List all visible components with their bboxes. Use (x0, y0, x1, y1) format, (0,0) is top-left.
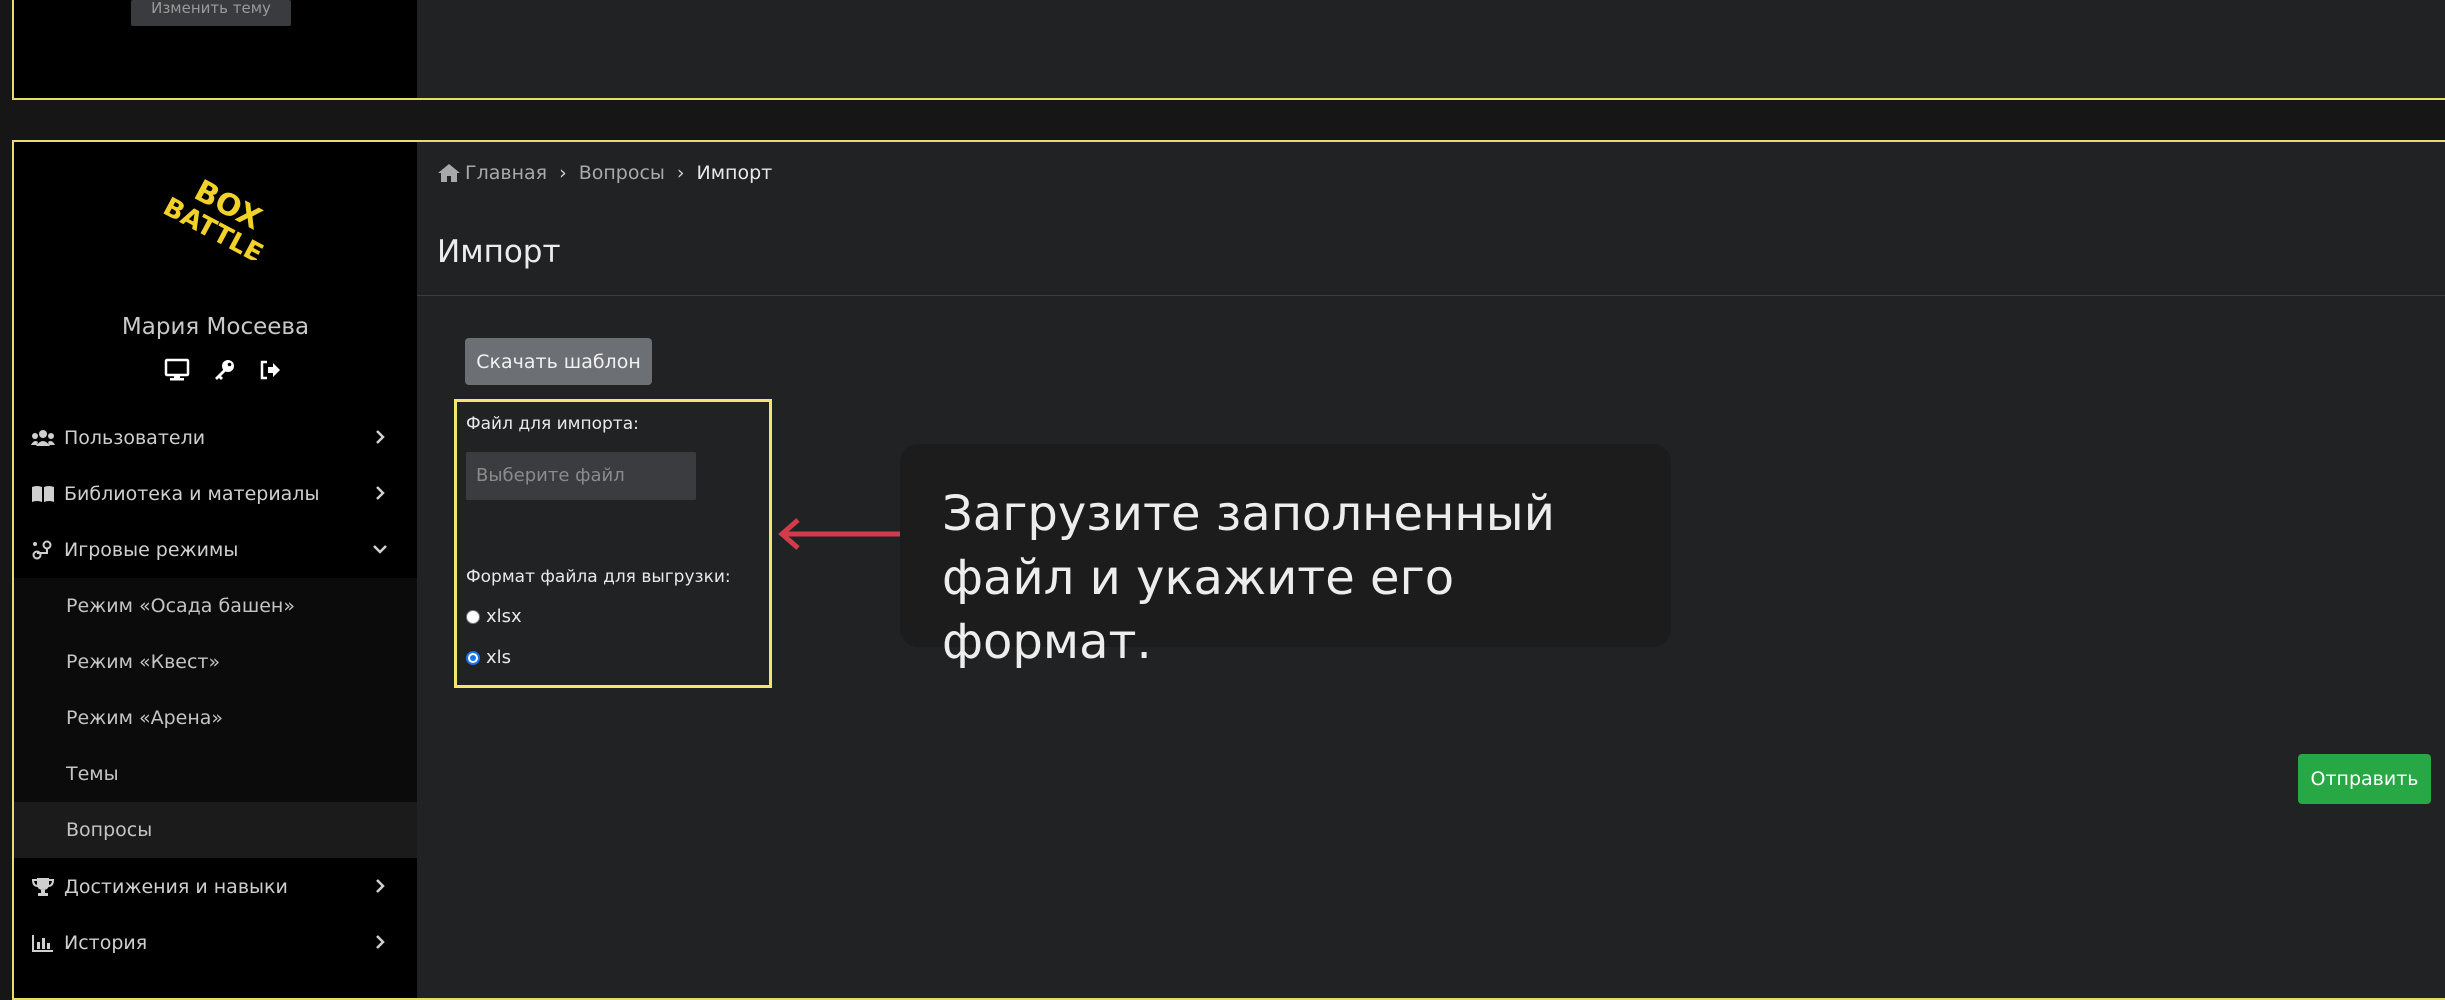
main-content: Главная › Вопросы › Импорт Импорт Скачат… (417, 142, 2445, 998)
sidebar-item-history[interactable]: История (14, 915, 417, 971)
sidebar-item-achievements[interactable]: Достижения и навыки (14, 859, 417, 915)
sidebar-subitem-tower-siege[interactable]: Режим «Осада башен» (14, 578, 417, 634)
game-modes-icon (30, 540, 56, 560)
breadcrumb-home[interactable]: Главная (465, 162, 547, 184)
file-input[interactable]: Выберите файл (466, 452, 696, 500)
main-panel: BOX BATTLE Мария Мосеева Пользователи Би… (12, 140, 2445, 1000)
breadcrumb-separator: › (559, 162, 567, 184)
chevron-right-icon (376, 486, 385, 500)
sidebar-item-users[interactable]: Пользователи (14, 410, 417, 466)
sidebar-item-label: Пользователи (64, 427, 206, 449)
home-icon (438, 164, 460, 182)
sidebar-item-library[interactable]: Библиотека и материалы (14, 466, 417, 522)
logout-icon[interactable] (258, 358, 282, 382)
arrow-left-icon (778, 518, 900, 550)
format-label: Формат файла для выгрузки: (466, 567, 731, 587)
sidebar-subitem-quest[interactable]: Режим «Квест» (14, 634, 417, 690)
monitor-icon[interactable] (164, 358, 190, 382)
hint-line-1: Загрузите заполненный (942, 486, 1555, 542)
sidebar-item-game-modes[interactable]: Игровые режимы (14, 522, 417, 578)
hint-line-2: файл и укажите его формат. (942, 550, 1455, 670)
sidebar-subitem-arena[interactable]: Режим «Арена» (14, 690, 417, 746)
users-icon (30, 428, 56, 448)
submit-button[interactable]: Отправить (2298, 754, 2431, 804)
breadcrumb-current: Импорт (696, 162, 773, 184)
user-name: Мария Мосеева (121, 314, 310, 340)
file-label: Файл для импорта: (466, 414, 639, 434)
sidebar-item-label: Игровые режимы (64, 539, 239, 561)
format-option-xls[interactable]: xls (466, 647, 511, 668)
hint-callout: Загрузите заполненный файл и укажите его… (900, 444, 1671, 670)
format-option-xlsx[interactable]: xlsx (466, 606, 522, 627)
import-form-highlight: Файл для импорта: Выберите файл Формат ф… (454, 399, 772, 688)
radio-xls[interactable] (466, 650, 480, 665)
sidebar-item-label: История (64, 932, 148, 954)
book-icon (30, 484, 56, 504)
chevron-down-icon (373, 545, 387, 554)
sidebar-item-label: Достижения и навыки (64, 876, 288, 898)
sidebar: BOX BATTLE Мария Мосеева Пользователи Би… (14, 142, 417, 998)
sidebar-item-label: Библиотека и материалы (64, 483, 320, 505)
breadcrumb-section[interactable]: Вопросы (579, 162, 665, 184)
sidebar-subitem-themes[interactable]: Темы (14, 746, 417, 802)
chevron-right-icon (376, 430, 385, 444)
divider (417, 295, 2445, 296)
sidebar-subitem-questions[interactable]: Вопросы (14, 802, 417, 858)
page-title: Импорт (437, 234, 561, 270)
chevron-right-icon (376, 935, 385, 949)
user-actions (154, 358, 284, 386)
change-theme-button[interactable]: Изменить тему (131, 0, 291, 26)
radio-xlsx[interactable] (466, 609, 480, 624)
format-option-label: xls (486, 647, 512, 668)
key-icon[interactable] (212, 358, 236, 382)
breadcrumb: Главная › Вопросы › Импорт (437, 162, 772, 184)
format-option-label: xlsx (486, 606, 522, 627)
top-sidebar: Изменить тему (14, 0, 417, 98)
top-panel: Изменить тему (12, 0, 2445, 100)
chart-icon (30, 933, 56, 953)
breadcrumb-separator: › (676, 162, 685, 184)
box-battle-logo: BOX BATTLE (158, 173, 266, 260)
download-template-button[interactable]: Скачать шаблон (465, 338, 652, 385)
trophy-icon (30, 877, 56, 897)
chevron-right-icon (376, 879, 385, 893)
